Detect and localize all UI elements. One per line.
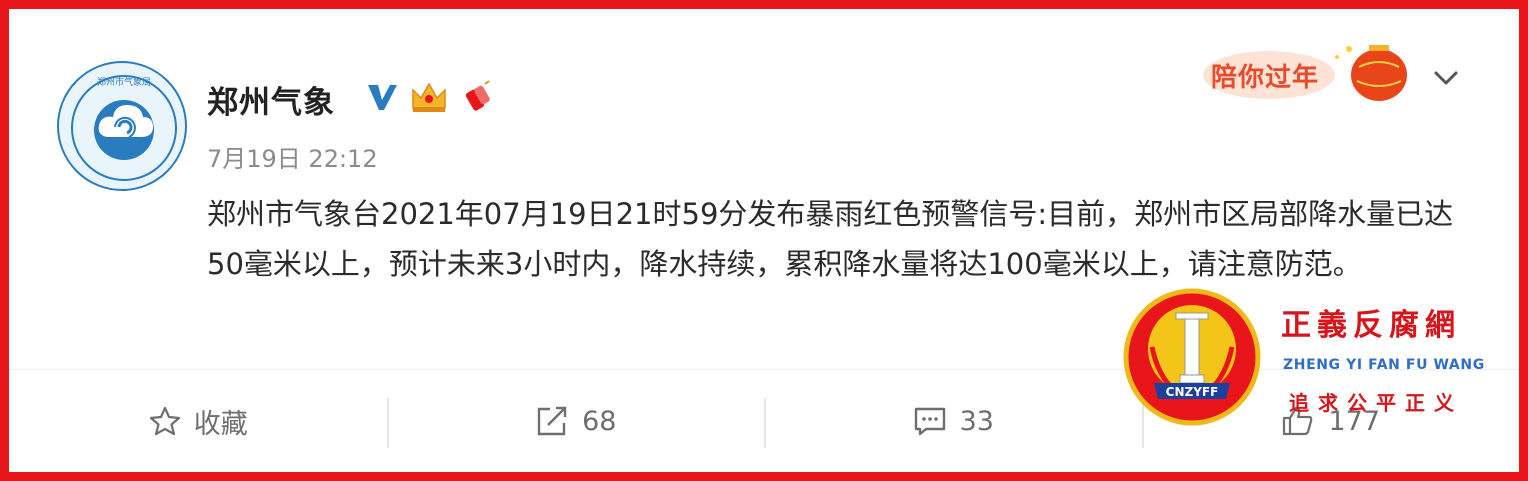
favorite-label: 收藏: [193, 408, 248, 440]
promo-label: 陪你过年: [1211, 63, 1320, 93]
repost-button[interactable]: 68: [386, 370, 765, 472]
repost-count: 68: [582, 405, 617, 437]
badge-row: [365, 79, 495, 119]
watermark-slogan: 追求公平正义: [1289, 391, 1463, 415]
new-year-promo-banner[interactable]: 陪你过年: [1199, 37, 1419, 105]
username[interactable]: 郑州气象: [207, 77, 335, 122]
comment-count: 33: [959, 405, 994, 437]
svg-text:郑州市气象局: 郑州市气象局: [97, 76, 151, 88]
firecracker-badge-icon[interactable]: [459, 80, 495, 118]
zhengyi-fanfu-logo: CNZYFF: [1123, 288, 1261, 426]
comment-icon: [914, 407, 945, 436]
weather-bureau-logo-icon: 郑州市气象局: [64, 68, 184, 188]
logo-text: CNZYFF: [1166, 385, 1219, 399]
post-body-text: 郑州市气象台2021年07月19日21时59分发布暴雨红色预警信号:目前，郑州市…: [207, 197, 1454, 281]
watermark-site-name: 正義反腐網: [1281, 308, 1461, 343]
post-timestamp[interactable]: 7月19日 22:12: [207, 139, 378, 174]
crown-badge-icon[interactable]: [409, 80, 449, 118]
verified-v-icon[interactable]: [365, 80, 399, 118]
favorite-button[interactable]: 收藏: [9, 370, 387, 472]
repost-icon: [537, 406, 567, 436]
watermark-pinyin: ZHENG YI FAN FU WANG: [1283, 357, 1485, 373]
comment-button[interactable]: 33: [764, 370, 1142, 472]
red-border-frame: 郑州市气象局 郑州气象 7月19日 22:12 郑州市气象台2021年07月19…: [9, 9, 1519, 472]
star-icon: [149, 406, 180, 436]
avatar[interactable]: 郑州市气象局: [57, 61, 187, 191]
action-bar: 收藏 68 33 177: [9, 370, 1519, 472]
chevron-down-icon[interactable]: [1429, 61, 1463, 95]
weibo-post-card: 郑州市气象局 郑州气象 7月19日 22:12 郑州市气象台2021年07月19…: [9, 9, 1519, 472]
